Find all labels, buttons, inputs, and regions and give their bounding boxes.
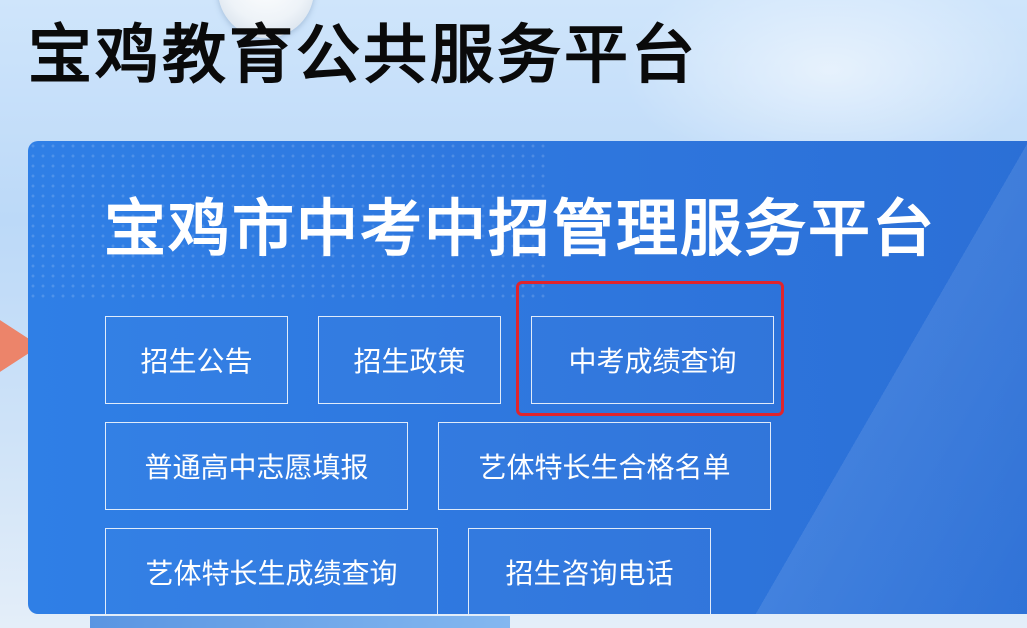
site-title: 宝鸡教育公共服务平台 [28,19,698,93]
enrollment-notice-button[interactable]: 招生公告 [105,316,288,404]
panel-title: 宝鸡市中考中招管理服务平台 [104,192,937,265]
art-sports-list-button[interactable]: 艺体特长生合格名单 [438,422,771,510]
enrollment-policy-button[interactable]: 招生政策 [318,316,501,404]
exam-score-query-button[interactable]: 中考成绩查询 [531,316,774,404]
enrollment-hotline-button[interactable]: 招生咨询电话 [468,528,711,614]
art-sports-score-query-button[interactable]: 艺体特长生成绩查询 [105,528,438,614]
high-school-application-button[interactable]: 普通高中志愿填报 [105,422,408,510]
decorative-bottom-bar [90,616,510,628]
service-panel: 宝鸡市中考中招管理服务平台 招生公告 招生政策 中考成绩查询 普通高中志愿填报 … [28,141,1027,614]
